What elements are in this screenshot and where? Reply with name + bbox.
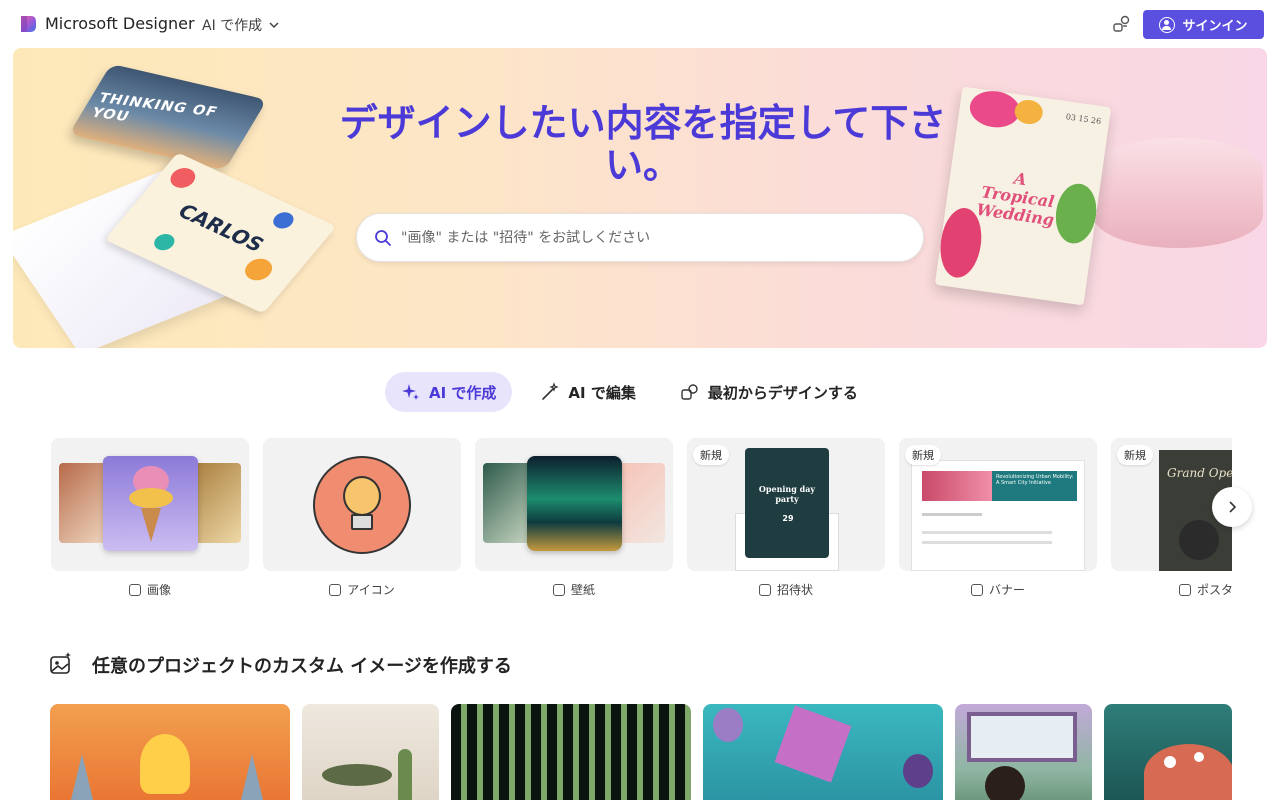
chevron-right-icon — [1229, 501, 1237, 513]
account-icon — [1159, 16, 1176, 33]
sparkle-icon — [402, 384, 419, 400]
shapes-icon — [681, 384, 698, 400]
hero-title: デザインしたい内容を指定して下さい。 — [339, 101, 947, 187]
mode-tabs: AI で作成 AI で編集 最初からデザインする — [385, 372, 874, 412]
category-thumbnail — [263, 438, 461, 571]
hero-banner: THINKING OF YOU CARLOS 03 15 26 A Tropic… — [13, 48, 1267, 348]
banner-text: Revolutionizing Urban Mobility: A Smart … — [996, 474, 1074, 486]
gallery-item[interactable] — [955, 704, 1092, 800]
card2-text: CARLOS — [172, 199, 270, 257]
category-wallpaper[interactable]: 壁紙 — [475, 438, 673, 608]
section-title: 任意のプロジェクトのカスタム イメージを作成する — [92, 656, 512, 677]
category-thumbnail: Revolutionizing Urban Mobility: A Smart … — [899, 438, 1097, 571]
category-banner[interactable]: Revolutionizing Urban Mobility: A Smart … — [899, 438, 1097, 608]
image-icon — [128, 583, 141, 596]
designer-logo[interactable] — [18, 14, 38, 34]
invitation-date: 29 — [782, 514, 794, 523]
new-badge: 新規 — [693, 445, 729, 465]
tab-scratch-label: 最初からデザインする — [707, 383, 858, 402]
gallery-item[interactable] — [302, 704, 439, 800]
category-label: 招待状 — [687, 581, 885, 598]
wedding-date: 03 15 26 — [1065, 112, 1102, 127]
chevron-down-icon — [269, 22, 279, 29]
wedding-title: A Tropical Wedding — [975, 168, 1056, 230]
category-thumbnail — [51, 438, 249, 571]
tab-edit-with-ai[interactable]: AI で編集 — [524, 372, 651, 412]
invitation-title: Opening day party — [758, 484, 816, 504]
category-label: アイコン — [263, 581, 461, 598]
tab-create-label: AI で作成 — [429, 383, 497, 402]
icon-icon — [329, 583, 342, 596]
wallpaper-icon — [552, 583, 565, 596]
card1-text: THINKING OF YOU — [88, 90, 221, 125]
mode-switcher-label: AI で作成 — [202, 18, 263, 34]
tab-edit-label: AI で編集 — [568, 383, 636, 402]
signin-label: サインイン — [1182, 19, 1248, 34]
gallery-item[interactable] — [1104, 704, 1232, 800]
category-image[interactable]: 画像 — [51, 438, 249, 608]
category-icon[interactable]: アイコン — [263, 438, 461, 608]
gallery-item[interactable] — [703, 704, 943, 800]
tab-design-from-scratch[interactable]: 最初からデザインする — [664, 372, 874, 412]
top-bar: Microsoft Designer AI で作成 サインイン — [0, 0, 1280, 48]
magic-wand-icon — [542, 382, 560, 400]
image-gallery — [50, 704, 1232, 800]
gallery-item[interactable] — [451, 704, 691, 800]
category-invitation[interactable]: Opening day party 29 新規 招待状 — [687, 438, 885, 608]
poster-icon — [1179, 583, 1191, 596]
category-label: ポスター — [1111, 581, 1232, 598]
category-label: バナー — [899, 581, 1097, 598]
category-thumbnail — [475, 438, 673, 571]
brand-name[interactable]: Microsoft Designer — [45, 14, 195, 33]
category-label: 壁紙 — [475, 581, 673, 598]
thinking-of-you-card: THINKING OF YOU — [68, 63, 268, 171]
category-carousel: 画像 アイコン 壁紙 Opening day party 29 新規 招待状 R… — [51, 438, 1232, 608]
banner-icon — [970, 583, 983, 596]
category-thumbnail: Opening day party 29 新規 — [687, 438, 885, 571]
search-icon — [375, 230, 391, 246]
category-poster[interactable]: Grand Opening 新規 ポスター — [1111, 438, 1232, 608]
prompt-search-box[interactable] — [356, 213, 924, 262]
share-icon[interactable] — [1112, 14, 1132, 34]
poster-title: Grand Opening — [1167, 466, 1232, 480]
tab-create-with-ai[interactable]: AI で作成 — [385, 372, 513, 412]
category-label: 画像 — [51, 581, 249, 598]
pedestal-decoration — [1093, 138, 1263, 248]
invitation-icon — [758, 583, 771, 596]
mode-switcher[interactable]: AI で作成 — [202, 15, 280, 35]
new-badge: 新規 — [1117, 445, 1153, 465]
image-sparkle-icon — [50, 652, 71, 674]
gallery-item[interactable] — [50, 704, 290, 800]
new-badge: 新規 — [905, 445, 941, 465]
carousel-next-button[interactable] — [1212, 487, 1252, 527]
signin-button[interactable]: サインイン — [1143, 10, 1264, 39]
prompt-input[interactable] — [401, 224, 901, 252]
